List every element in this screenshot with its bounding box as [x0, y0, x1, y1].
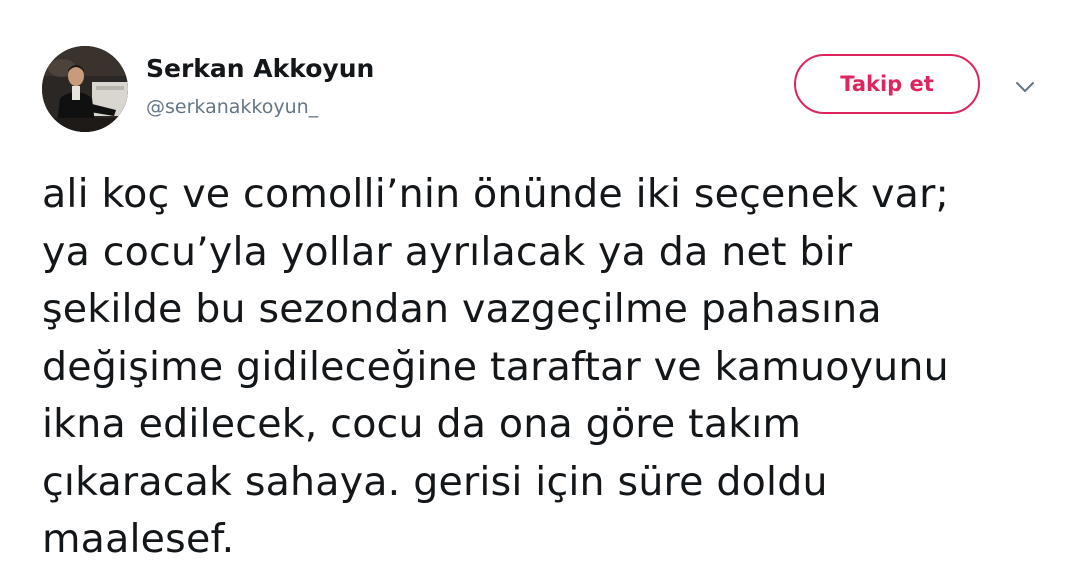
avatar[interactable] [42, 46, 128, 132]
follow-button[interactable]: Takip et [794, 54, 980, 114]
tweet-card: Serkan Akkoyun @serkanakkoyun_ Takip et … [0, 0, 1092, 562]
tweet-text: ali koç ve comolli’nin önünde iki seçene… [42, 171, 950, 562]
display-name[interactable]: Serkan Akkoyun [146, 54, 374, 83]
user-handle[interactable]: @serkanakkoyun_ [146, 96, 318, 118]
chevron-down-icon [1016, 82, 1034, 92]
avatar-photo [42, 46, 128, 132]
more-options-button[interactable] [1010, 74, 1040, 100]
